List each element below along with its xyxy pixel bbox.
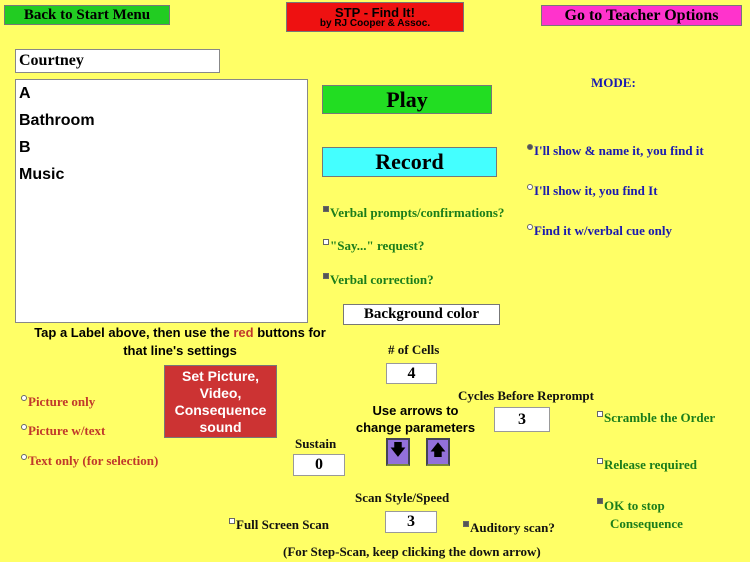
checkbox-label: Full Screen Scan	[236, 517, 329, 532]
footer-note: (For Step-Scan, keep clicking the down a…	[283, 544, 541, 559]
list-item[interactable]: Music	[16, 163, 307, 190]
radio-icon	[527, 184, 533, 190]
mode-option-show[interactable]: I'll show it, you find It	[527, 183, 658, 199]
full-screen-scan-checkbox[interactable]: Full Screen Scan	[229, 517, 329, 533]
say-request-checkbox[interactable]: "Say..." request?	[323, 238, 424, 254]
cycles-value: 3	[494, 407, 550, 432]
radio-icon	[21, 454, 27, 460]
display-option-picture-only[interactable]: Picture only	[21, 394, 95, 410]
mode-title: MODE:	[591, 75, 636, 90]
arrows-hint-line1: Use arrows to	[372, 403, 459, 418]
instruction-red-word: red	[233, 325, 254, 340]
list-item[interactable]: Bathroom	[16, 109, 307, 136]
arrows-hint-line2: change parameters	[355, 420, 476, 435]
sustain-label: Sustain	[295, 436, 337, 451]
mode-option-label: I'll show it, you find It	[534, 183, 658, 198]
down-arrow-button[interactable]: 🡇	[386, 438, 410, 466]
radio-icon	[527, 144, 533, 150]
play-button[interactable]: Play	[322, 85, 492, 114]
mode-option-label: I'll show & name it, you find it	[534, 143, 704, 158]
scan-label: Scan Style/Speed	[355, 490, 450, 505]
arrows-hint: Use arrows to change parameters	[344, 402, 487, 436]
instruction-part1: Tap a Label above, then use the	[34, 325, 234, 340]
arrow-down-icon: 🡇	[389, 441, 407, 459]
background-color-button[interactable]: Background color	[343, 304, 500, 325]
label-list[interactable]: A Bathroom B Music	[15, 79, 308, 323]
cells-value: 4	[386, 363, 437, 384]
sustain-value: 0	[293, 454, 345, 476]
record-button[interactable]: Record	[322, 147, 497, 177]
radio-icon	[21, 395, 27, 401]
checkbox-icon	[597, 498, 603, 504]
checkbox-icon	[463, 521, 469, 527]
list-item[interactable]: A	[16, 82, 307, 109]
checkbox-label-line2: Consequence	[610, 516, 683, 531]
set-picture-video-sound-button[interactable]: Set Picture, Video, Consequence sound	[164, 365, 277, 438]
checkbox-icon	[597, 458, 603, 464]
checkbox-icon	[323, 273, 329, 279]
app-title-banner: STP - Find It! by RJ Cooper & Assoc.	[286, 2, 464, 32]
app-title: STP - Find It!	[335, 4, 415, 20]
checkbox-label: Auditory scan?	[470, 520, 555, 535]
list-item[interactable]: B	[16, 136, 307, 163]
scramble-order-checkbox[interactable]: Scramble the Order	[597, 410, 715, 426]
radio-icon	[527, 224, 533, 230]
display-option-label: Picture w/text	[28, 423, 106, 438]
auditory-scan-checkbox[interactable]: Auditory scan?	[463, 520, 555, 536]
checkbox-label: OK to stop	[604, 498, 665, 513]
mode-option-label: Find it w/verbal cue only	[534, 223, 672, 238]
radio-icon	[21, 424, 27, 430]
app-subtitle: by RJ Cooper & Assoc.	[319, 17, 431, 29]
scan-value: 3	[385, 511, 437, 533]
verbal-correction-checkbox[interactable]: Verbal correction?	[323, 272, 434, 288]
mode-option-show-name[interactable]: I'll show & name it, you find it	[527, 143, 704, 159]
checkbox-label: "Say..." request?	[330, 238, 425, 253]
checkbox-icon	[323, 239, 329, 245]
instruction-part2: buttons for	[253, 325, 326, 340]
display-option-label: Picture only	[28, 394, 96, 409]
verbal-prompts-checkbox[interactable]: Verbal prompts/confirmations?	[323, 205, 504, 221]
instruction-text: Tap a Label above, then use the red butt…	[10, 324, 350, 360]
mode-option-verbal-cue[interactable]: Find it w/verbal cue only	[527, 223, 672, 239]
checkbox-label: Verbal correction?	[330, 272, 434, 287]
arrow-up-icon: 🡅	[429, 441, 447, 459]
cells-label: # of Cells	[388, 342, 440, 357]
checkbox-icon	[229, 518, 235, 524]
teacher-options-button[interactable]: Go to Teacher Options	[541, 5, 742, 26]
checkbox-label: Scramble the Order	[604, 410, 716, 425]
display-option-picture-text[interactable]: Picture w/text	[21, 423, 105, 439]
checkbox-label: Verbal prompts/confirmations?	[330, 205, 505, 220]
ok-to-stop-checkbox[interactable]: OK to stop Consequence	[597, 497, 683, 533]
release-required-checkbox[interactable]: Release required	[597, 457, 697, 473]
cycles-label: Cycles Before Reprompt	[458, 388, 594, 403]
back-to-start-menu-button[interactable]: Back to Start Menu	[4, 5, 170, 25]
display-option-text-only[interactable]: Text only (for selection)	[21, 453, 158, 469]
checkbox-label: Release required	[604, 457, 698, 472]
instruction-line2: that line's settings	[123, 343, 237, 358]
user-name-field[interactable]: Courtney	[15, 49, 220, 73]
display-option-label: Text only (for selection)	[28, 453, 159, 468]
up-arrow-button[interactable]: 🡅	[426, 438, 450, 466]
checkbox-icon	[597, 411, 603, 417]
checkbox-icon	[323, 206, 329, 212]
